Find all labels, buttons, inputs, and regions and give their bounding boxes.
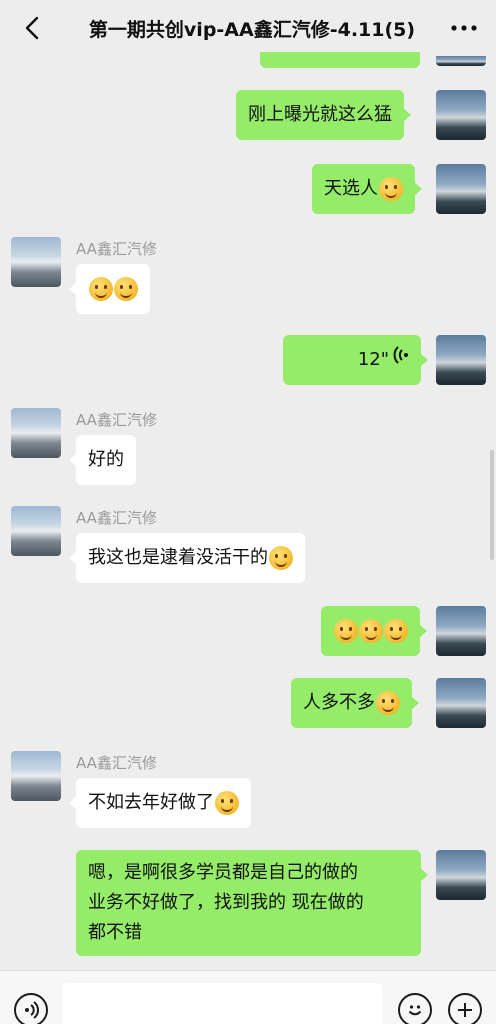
message-bubble-received[interactable]: 好的 [69,435,136,485]
message-text-line: 嗯，是啊很多学员都是自己的做的 [88,862,358,883]
666-emoji-icon [384,619,408,643]
message-bubble-sent[interactable]: 嗯，是啊很多学员都是自己的做的 业务不好做了，找到我的 现在做的 都不错 [76,850,428,956]
my-avatar[interactable] [436,90,486,140]
my-avatar[interactable] [436,164,486,214]
input-bar [0,970,496,1024]
grin-emoji-icon [379,177,403,201]
sender-avatar[interactable] [11,237,61,287]
message-text: 不如去年好做了 [88,792,214,813]
more-dots-icon[interactable] [448,14,480,42]
voice-wave-icon [393,345,409,375]
message-input[interactable] [62,983,382,1024]
my-avatar[interactable] [436,56,486,66]
my-avatar[interactable] [436,606,486,656]
message-text: 好的 [88,449,124,470]
chat-header: 第一期共创vip-AA鑫汇汽修-4.11(5) [0,0,496,56]
tears-of-joy-emoji-icon [89,277,113,301]
message-bubble-sent[interactable] [321,606,427,656]
hand-over-mouth-emoji-icon [269,546,293,570]
666-emoji-icon [334,619,358,643]
hand-over-mouth-emoji-icon [376,691,400,715]
my-avatar[interactable] [436,678,486,728]
message-text: 刚上曝光就这么猛 [248,104,392,125]
sender-avatar[interactable] [11,506,61,556]
message-bubble-sent[interactable]: 人多不多 [291,678,419,728]
message-text-line: 业务不好做了，找到我的 现在做的 [88,892,364,913]
sender-name: AA鑫汇汽修 [76,411,157,429]
message-text: 人多不多 [303,692,375,713]
message-bubble-sent[interactable]: 刚上曝光就这么猛 [236,90,411,140]
voice-duration: 12" [357,349,389,370]
message-bubble-received[interactable]: 不如去年好做了 [69,778,251,828]
sender-avatar[interactable] [11,751,61,801]
chevron-left-icon[interactable] [18,14,46,42]
sender-name: AA鑫汇汽修 [76,509,157,527]
message-bubble-sent[interactable]: 天选人 [312,164,422,214]
scrollbar[interactable] [490,450,494,560]
voice-input-icon[interactable] [14,993,48,1024]
message-bubble-partial[interactable] [260,52,420,68]
my-avatar[interactable] [436,335,486,385]
sender-name: AA鑫汇汽修 [76,754,157,772]
message-text-line: 都不错 [88,922,142,943]
sender-name: AA鑫汇汽修 [76,240,157,258]
my-avatar[interactable] [436,850,486,900]
message-text: 我这也是逮着没活干的 [88,547,268,568]
message-text: 天选人 [324,178,378,199]
pensive-emoji-icon [215,791,239,815]
voice-message-bubble[interactable]: 12" [283,335,428,385]
message-bubble-received[interactable]: 我这也是逮着没活干的 [69,533,305,583]
chat-title: 第一期共创vip-AA鑫汇汽修-4.11(5) [88,18,416,41]
emoji-icon[interactable] [398,993,432,1024]
plus-icon[interactable] [448,993,482,1024]
sender-avatar[interactable] [11,408,61,458]
666-emoji-icon [359,619,383,643]
message-bubble-received[interactable] [69,264,150,314]
tears-of-joy-emoji-icon [114,277,138,301]
